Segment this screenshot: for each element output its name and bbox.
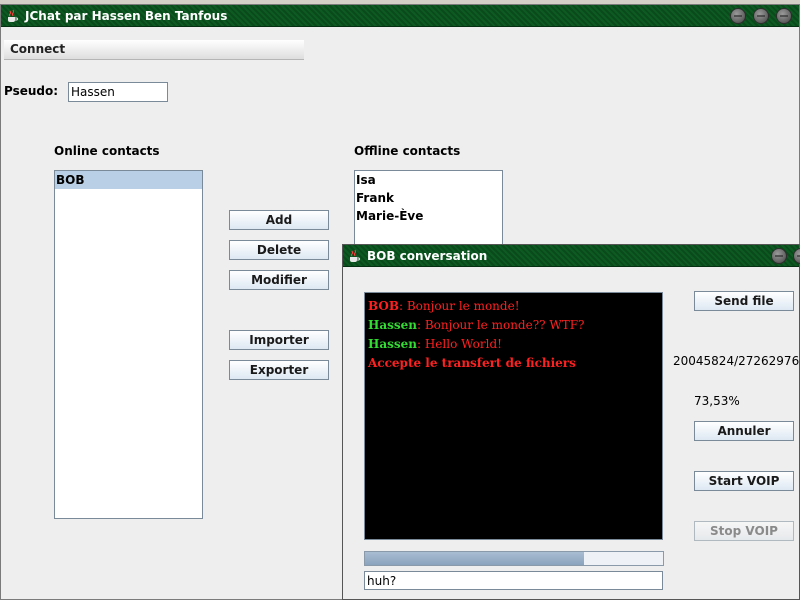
importer-button[interactable]: Importer bbox=[229, 330, 329, 350]
main-window-title: JChat par Hassen Ben Tanfous bbox=[25, 9, 228, 23]
menu-bar: Connect bbox=[4, 40, 304, 60]
maximize-icon[interactable] bbox=[753, 8, 769, 24]
start-voip-button[interactable]: Start VOIP bbox=[694, 471, 794, 491]
java-cup-icon bbox=[8, 9, 18, 22]
conversation-titlebar[interactable]: BOB conversation bbox=[343, 245, 800, 267]
message-sender: Hassen bbox=[368, 318, 417, 332]
offline-contacts-label: Offline contacts bbox=[354, 144, 461, 158]
progress-fill bbox=[365, 552, 585, 565]
message-sender: Hassen bbox=[368, 337, 417, 351]
message-sender: BOB bbox=[368, 299, 399, 313]
delete-button[interactable]: Delete bbox=[229, 240, 329, 260]
chat-message: Hassen: Hello World! bbox=[368, 335, 659, 354]
add-button[interactable]: Add bbox=[229, 210, 329, 230]
chat-history[interactable]: BOB: Bonjour le monde! Hassen: Bonjour l… bbox=[364, 292, 663, 540]
online-contacts-list[interactable]: BOB bbox=[54, 170, 203, 519]
stop-voip-button: Stop VOIP bbox=[694, 521, 794, 541]
chat-message: BOB: Bonjour le monde! bbox=[368, 297, 659, 316]
chat-message: Hassen: Bonjour le monde?? WTF? bbox=[368, 316, 659, 335]
main-titlebar[interactable]: JChat par Hassen Ben Tanfous bbox=[1, 5, 799, 27]
list-item-offline-contact[interactable]: Frank bbox=[355, 189, 502, 207]
list-item-online-contact[interactable]: BOB bbox=[55, 171, 202, 189]
transfer-progress-bar bbox=[364, 551, 664, 566]
pseudo-input[interactable] bbox=[68, 82, 168, 102]
modifier-button[interactable]: Modifier bbox=[229, 270, 329, 290]
close-icon[interactable] bbox=[776, 8, 792, 24]
message-input[interactable] bbox=[364, 571, 663, 590]
pseudo-label: Pseudo: bbox=[4, 84, 59, 98]
message-text: : Bonjour le monde! bbox=[398, 299, 520, 313]
message-text: : Bonjour le monde?? WTF? bbox=[416, 318, 585, 332]
send-file-button[interactable]: Send file bbox=[694, 291, 794, 311]
conversation-title: BOB conversation bbox=[367, 249, 488, 263]
minimize-icon[interactable] bbox=[730, 8, 746, 24]
transfer-bytes: 20045824/27262976 bbox=[673, 354, 800, 368]
maximize-icon[interactable] bbox=[793, 248, 800, 264]
message-text: : Hello World! bbox=[416, 337, 502, 351]
annuler-button[interactable]: Annuler bbox=[694, 421, 794, 441]
menu-connect[interactable]: Connect bbox=[10, 42, 65, 56]
java-cup-icon bbox=[350, 249, 360, 262]
chat-message: Accepte le transfert de fichiers bbox=[368, 354, 659, 373]
message-text: Accepte le transfert de fichiers bbox=[368, 356, 576, 370]
list-item-offline-contact[interactable]: Marie-Ève bbox=[355, 207, 502, 225]
exporter-button[interactable]: Exporter bbox=[229, 360, 329, 380]
online-contacts-label: Online contacts bbox=[54, 144, 160, 158]
list-item-offline-contact[interactable]: Isa bbox=[355, 171, 502, 189]
minimize-icon[interactable] bbox=[771, 248, 787, 264]
transfer-percent: 73,53% bbox=[694, 394, 740, 408]
